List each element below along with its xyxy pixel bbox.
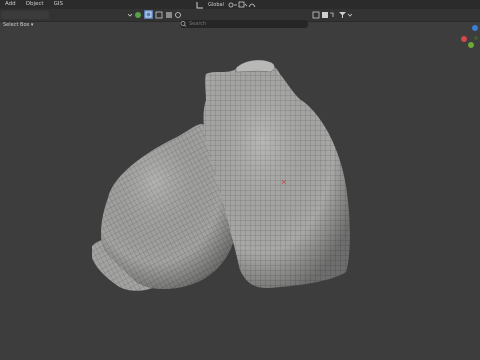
gizmo-toggle-icon[interactable] (329, 11, 337, 19)
menu-bar: Add Object GIS Global (0, 0, 480, 9)
proportional-icon[interactable] (248, 1, 256, 9)
sync-icon[interactable] (134, 11, 142, 19)
select-mode-edge-icon[interactable] (155, 11, 163, 19)
filter-icon[interactable] (338, 11, 347, 19)
transform-icon[interactable] (196, 1, 204, 9)
dropdown-icon[interactable] (127, 11, 133, 19)
menu-object[interactable]: Object (21, 0, 49, 9)
snap-icon[interactable] (238, 1, 248, 9)
select-mode-dropdown[interactable]: Select Box ▾ (1, 11, 49, 28)
xray-icon[interactable] (321, 11, 329, 19)
overlay-icon[interactable] (312, 11, 320, 19)
3d-viewport[interactable] (0, 21, 480, 360)
select-mode-icon[interactable] (144, 10, 153, 19)
transform-orientation-group: Global (196, 0, 260, 9)
menu-add[interactable]: Add (0, 0, 21, 9)
menu-gis[interactable]: GIS (49, 0, 68, 9)
pivot-icon[interactable] (228, 1, 238, 9)
select-mode-extend-icon[interactable] (174, 11, 182, 19)
filter-dropdown-icon[interactable] (347, 11, 353, 19)
transform-orientation-select[interactable]: Global (204, 1, 228, 9)
select-mode-face-icon[interactable] (165, 11, 173, 19)
